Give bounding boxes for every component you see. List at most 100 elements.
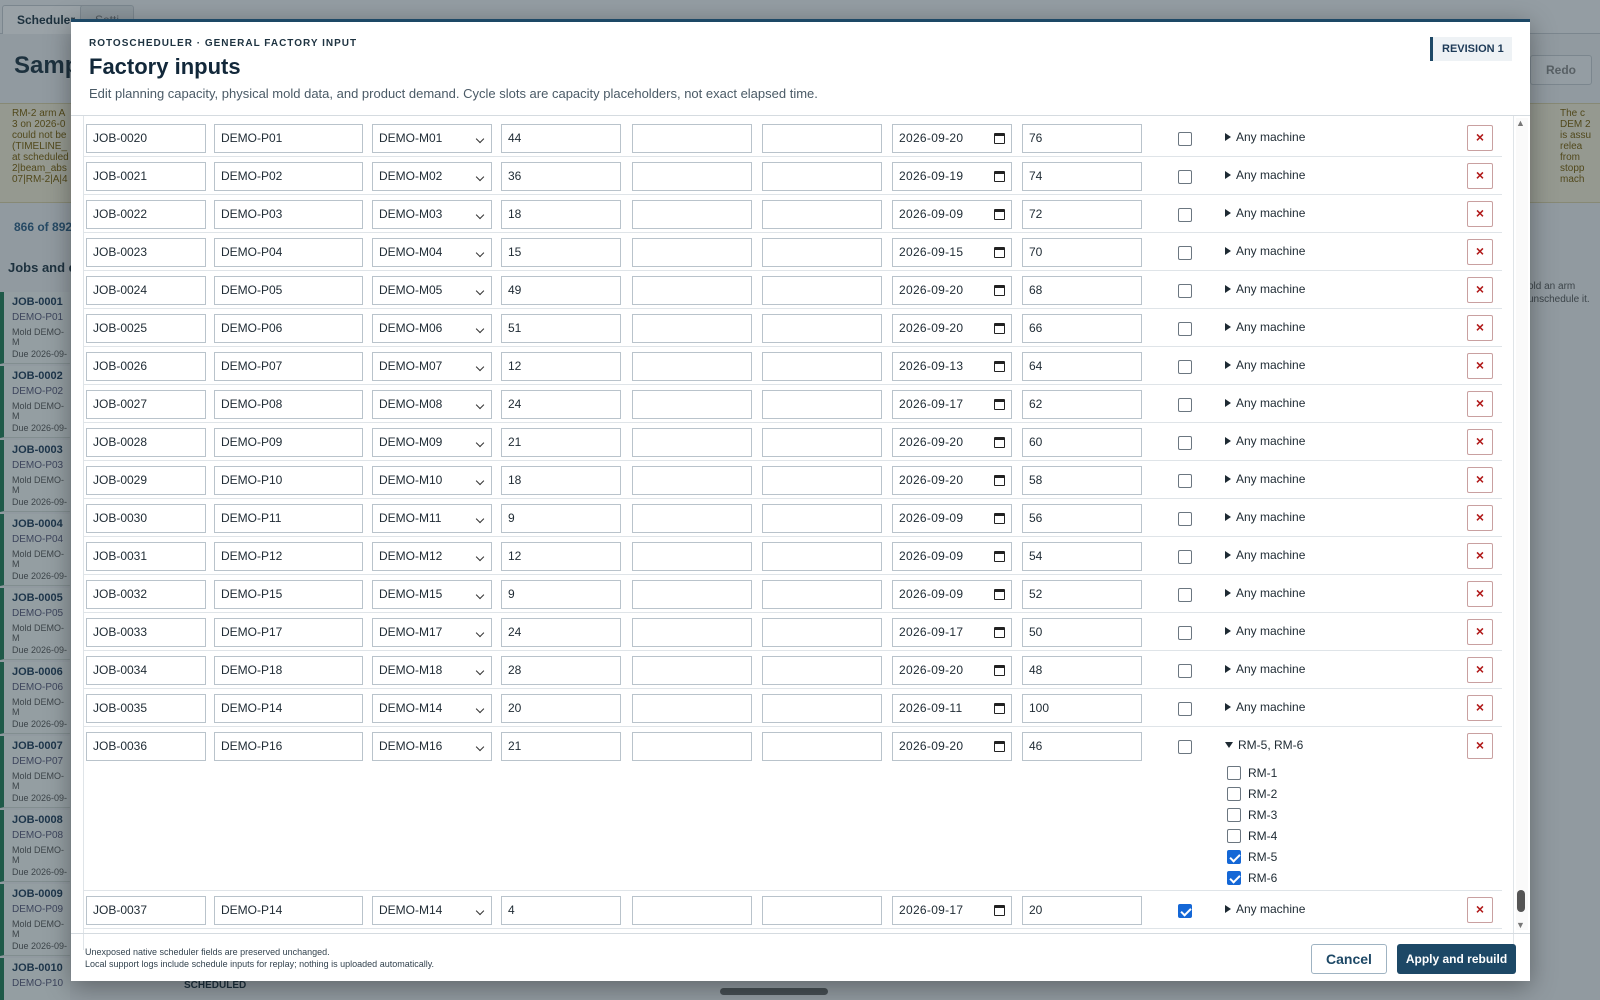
machine-selector-toggle[interactable]: Any machine: [1225, 282, 1305, 296]
product-field[interactable]: DEMO-P14: [214, 896, 363, 925]
lock-checkbox[interactable]: [1178, 436, 1192, 450]
job-id-field[interactable]: JOB-0035: [86, 694, 206, 723]
empty-field-1[interactable]: [632, 276, 752, 305]
machine-option-checkbox[interactable]: [1227, 871, 1241, 885]
due-date-field[interactable]: 2026-09-09: [892, 580, 1012, 609]
priority-field[interactable]: 50: [1022, 618, 1142, 647]
calendar-icon[interactable]: [994, 475, 1005, 486]
apply-and-rebuild-button[interactable]: Apply and rebuild: [1397, 944, 1516, 974]
machine-selector-toggle[interactable]: Any machine: [1225, 168, 1305, 182]
empty-field-1[interactable]: [632, 162, 752, 191]
lock-checkbox[interactable]: [1178, 170, 1192, 184]
priority-field[interactable]: 56: [1022, 504, 1142, 533]
quantity-field[interactable]: 9: [501, 580, 621, 609]
product-field[interactable]: DEMO-P10: [214, 466, 363, 495]
job-id-field[interactable]: JOB-0032: [86, 580, 206, 609]
due-date-field[interactable]: 2026-09-20: [892, 124, 1012, 153]
calendar-icon[interactable]: [994, 209, 1005, 220]
calendar-icon[interactable]: [994, 171, 1005, 182]
mold-select[interactable]: DEMO-M08: [372, 390, 492, 419]
mold-select[interactable]: DEMO-M09: [372, 428, 492, 457]
product-field[interactable]: DEMO-P01: [214, 124, 363, 153]
empty-field-1[interactable]: [632, 428, 752, 457]
lock-checkbox[interactable]: [1178, 360, 1192, 374]
machine-selector-toggle[interactable]: Any machine: [1225, 510, 1305, 524]
delete-row-button[interactable]: ×: [1467, 391, 1493, 417]
product-field[interactable]: DEMO-P02: [214, 162, 363, 191]
machine-selector-toggle[interactable]: Any machine: [1225, 130, 1305, 144]
product-field[interactable]: DEMO-P16: [214, 732, 363, 761]
priority-field[interactable]: 76: [1022, 124, 1142, 153]
job-id-field[interactable]: JOB-0029: [86, 466, 206, 495]
quantity-field[interactable]: 36: [501, 162, 621, 191]
scroll-up-icon[interactable]: ▲: [1516, 118, 1525, 128]
calendar-icon[interactable]: [994, 627, 1005, 638]
calendar-icon[interactable]: [994, 741, 1005, 752]
product-field[interactable]: DEMO-P08: [214, 390, 363, 419]
due-date-field[interactable]: 2026-09-17: [892, 390, 1012, 419]
empty-field-1[interactable]: [632, 352, 752, 381]
due-date-field[interactable]: 2026-09-20: [892, 428, 1012, 457]
lock-checkbox[interactable]: [1178, 246, 1192, 260]
mold-select[interactable]: DEMO-M03: [372, 200, 492, 229]
priority-field[interactable]: 60: [1022, 428, 1142, 457]
product-field[interactable]: DEMO-P04: [214, 238, 363, 267]
machine-selector-toggle[interactable]: Any machine: [1225, 548, 1305, 562]
lock-checkbox[interactable]: [1178, 284, 1192, 298]
quantity-field[interactable]: 9: [501, 504, 621, 533]
due-date-field[interactable]: 2026-09-20: [892, 732, 1012, 761]
quantity-field[interactable]: 51: [501, 314, 621, 343]
product-field[interactable]: DEMO-P14: [214, 694, 363, 723]
mold-select[interactable]: DEMO-M18: [372, 656, 492, 685]
due-date-field[interactable]: 2026-09-17: [892, 896, 1012, 925]
calendar-icon[interactable]: [994, 285, 1005, 296]
quantity-field[interactable]: 24: [501, 618, 621, 647]
empty-field-1[interactable]: [632, 656, 752, 685]
due-date-field[interactable]: 2026-09-09: [892, 504, 1012, 533]
empty-field-2[interactable]: [762, 314, 882, 343]
calendar-icon[interactable]: [994, 323, 1005, 334]
quantity-field[interactable]: 24: [501, 390, 621, 419]
delete-row-button[interactable]: ×: [1467, 695, 1493, 721]
empty-field-1[interactable]: [632, 238, 752, 267]
vertical-scrollbar[interactable]: [1516, 118, 1528, 930]
quantity-field[interactable]: 21: [501, 732, 621, 761]
empty-field-2[interactable]: [762, 238, 882, 267]
priority-field[interactable]: 68: [1022, 276, 1142, 305]
empty-field-1[interactable]: [632, 124, 752, 153]
machine-selector-toggle[interactable]: Any machine: [1225, 662, 1305, 676]
machine-selector-toggle[interactable]: Any machine: [1225, 320, 1305, 334]
lock-checkbox[interactable]: [1178, 208, 1192, 222]
due-date-field[interactable]: 2026-09-09: [892, 542, 1012, 571]
product-field[interactable]: DEMO-P12: [214, 542, 363, 571]
lock-checkbox[interactable]: [1178, 702, 1192, 716]
empty-field-2[interactable]: [762, 580, 882, 609]
product-field[interactable]: DEMO-P15: [214, 580, 363, 609]
vertical-scrollbar-thumb[interactable]: [1517, 890, 1525, 912]
quantity-field[interactable]: 28: [501, 656, 621, 685]
priority-field[interactable]: 100: [1022, 694, 1142, 723]
machine-option-checkbox[interactable]: [1227, 787, 1241, 801]
priority-field[interactable]: 46: [1022, 732, 1142, 761]
quantity-field[interactable]: 4: [501, 896, 621, 925]
delete-row-button[interactable]: ×: [1467, 315, 1493, 341]
delete-row-button[interactable]: ×: [1467, 467, 1493, 493]
empty-field-2[interactable]: [762, 162, 882, 191]
job-id-field[interactable]: JOB-0023: [86, 238, 206, 267]
lock-checkbox[interactable]: [1178, 588, 1192, 602]
empty-field-1[interactable]: [632, 694, 752, 723]
due-date-field[interactable]: 2026-09-20: [892, 276, 1012, 305]
calendar-icon[interactable]: [994, 437, 1005, 448]
due-date-field[interactable]: 2026-09-20: [892, 656, 1012, 685]
machine-selector-toggle[interactable]: Any machine: [1225, 700, 1305, 714]
product-field[interactable]: DEMO-P06: [214, 314, 363, 343]
product-field[interactable]: DEMO-P03: [214, 200, 363, 229]
due-date-field[interactable]: 2026-09-17: [892, 618, 1012, 647]
delete-row-button[interactable]: ×: [1467, 239, 1493, 265]
product-field[interactable]: DEMO-P07: [214, 352, 363, 381]
product-field[interactable]: DEMO-P17: [214, 618, 363, 647]
machine-option-checkbox[interactable]: [1227, 766, 1241, 780]
due-date-field[interactable]: 2026-09-09: [892, 200, 1012, 229]
empty-field-2[interactable]: [762, 352, 882, 381]
priority-field[interactable]: 70: [1022, 238, 1142, 267]
